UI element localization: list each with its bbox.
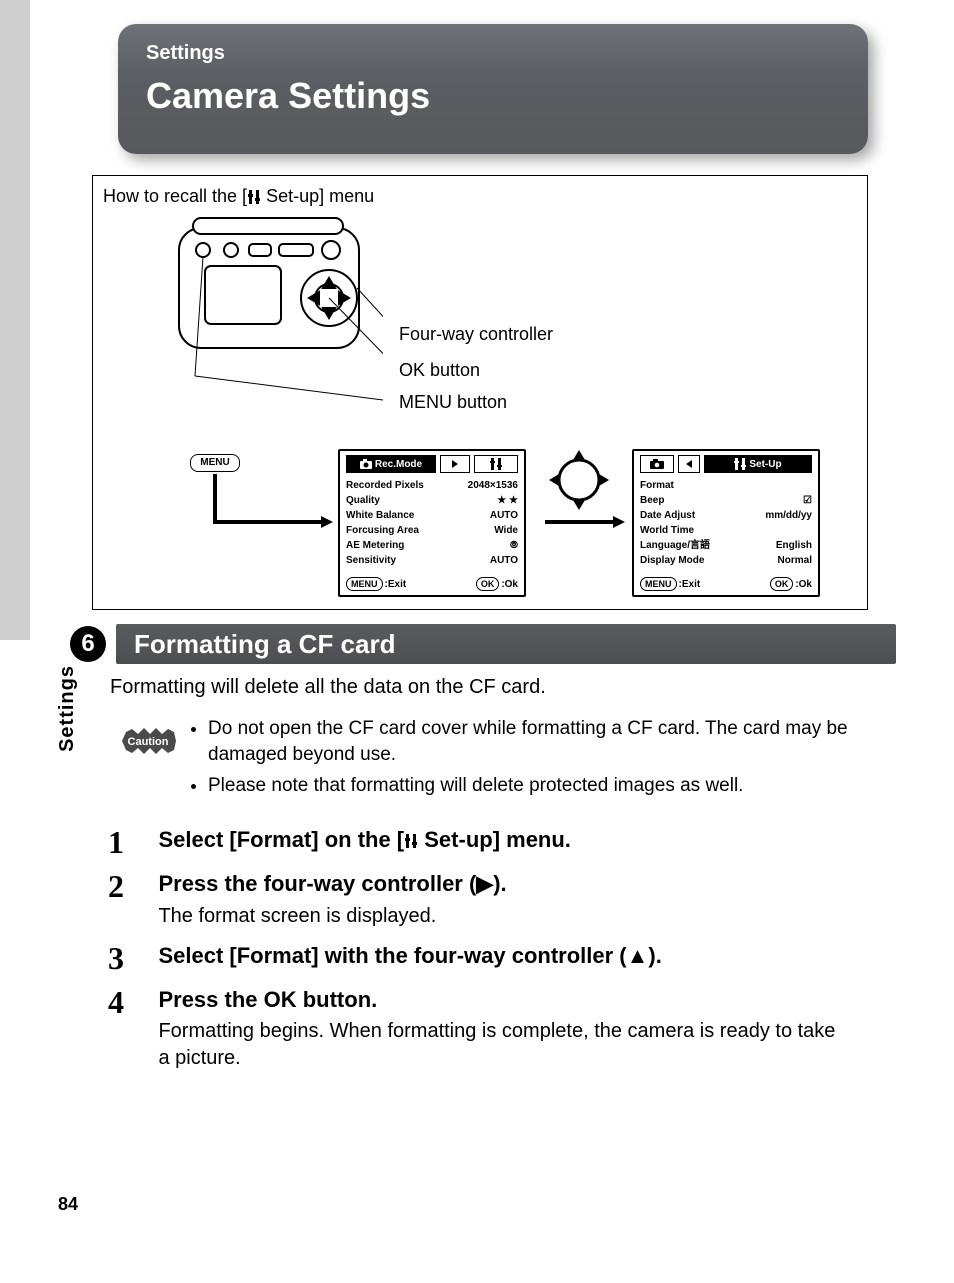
page-title: Camera Settings bbox=[118, 69, 868, 117]
step-heading: Press the OK button. bbox=[158, 986, 848, 1015]
lcd2-tab-label: Set-Up bbox=[749, 459, 781, 470]
section-heading: Formatting a CF card bbox=[116, 624, 896, 664]
step-body: The format screen is displayed. bbox=[158, 903, 848, 930]
triangle-left-icon bbox=[684, 459, 694, 469]
fourway-pad-icon bbox=[545, 446, 613, 514]
flow-line bbox=[213, 474, 217, 522]
camera-icon bbox=[650, 459, 664, 469]
step-3: 3 Select [Format] with the four-way cont… bbox=[108, 942, 868, 974]
tab-right-arrow bbox=[440, 455, 470, 473]
setup-icon bbox=[490, 458, 502, 470]
caution-icon: Caution bbox=[118, 722, 178, 760]
step-number: 4 bbox=[108, 986, 154, 1018]
okbtn-label: OK button bbox=[399, 360, 480, 381]
arrow-right-icon bbox=[613, 516, 625, 528]
camera-icon bbox=[360, 459, 372, 469]
lcd-setup: Set-Up Format Beep☑ Date Adjustmm/dd/yy … bbox=[632, 449, 820, 597]
recall-caption: How to recall the [ Set-up] menu bbox=[103, 186, 374, 207]
menubtn-label: MENU button bbox=[399, 392, 507, 413]
caution-item: Please note that formatting will delete … bbox=[208, 773, 868, 799]
steps-list: 1 Select [Format] on the [ Set-up] menu.… bbox=[108, 826, 868, 1084]
step-number: 2 bbox=[108, 870, 154, 902]
camera-illustration bbox=[153, 206, 383, 406]
step-1: 1 Select [Format] on the [ Set-up] menu. bbox=[108, 826, 868, 858]
lcd1-rows: Recorded Pixels2048×1536 Quality★ ★ Whit… bbox=[346, 478, 518, 568]
lcd1-tab-label: Rec.Mode bbox=[375, 459, 422, 470]
setup-icon bbox=[247, 189, 261, 205]
caution-item: Do not open the CF card cover while form… bbox=[208, 716, 868, 767]
fourway-label: Four-way controller bbox=[399, 324, 553, 345]
lcd-recmode: Rec.Mode Recorded Pixels2048×1536 Qualit… bbox=[338, 449, 526, 597]
page-margin-strip bbox=[0, 0, 30, 640]
step-2: 2 Press the four-way controller (▶). The… bbox=[108, 870, 868, 930]
step-body: Formatting begins. When formatting is co… bbox=[158, 1018, 848, 1072]
triangle-right-icon bbox=[450, 459, 460, 469]
setup-icon bbox=[734, 458, 746, 470]
tab-setup-icon bbox=[474, 455, 518, 473]
caution-list: Do not open the CF card cover while form… bbox=[192, 716, 868, 805]
step-number: 3 bbox=[108, 942, 154, 974]
setup-icon bbox=[404, 833, 418, 849]
recall-diagram: How to recall the [ Set-up] menu Four-wa… bbox=[92, 175, 868, 610]
step-heading: Select [Format] on the [ Set-up] menu. bbox=[158, 827, 570, 852]
tab-camera-icon bbox=[640, 455, 674, 473]
tab-left-arrow bbox=[678, 455, 700, 473]
step-number: 1 bbox=[108, 826, 154, 858]
flow-line bbox=[545, 520, 615, 524]
section-heading-wrap: 6 Formatting a CF card bbox=[30, 623, 954, 665]
lcd2-rows: Format Beep☑ Date Adjustmm/dd/yy World T… bbox=[640, 478, 812, 568]
sidebar-tab-label: Settings bbox=[56, 665, 79, 752]
menu-button-badge: MENU bbox=[190, 454, 240, 472]
step-4: 4 Press the OK button. Formatting begins… bbox=[108, 986, 868, 1073]
chapter-header: Settings Camera Settings bbox=[118, 24, 868, 154]
chapter-number: 6 bbox=[70, 626, 106, 662]
intro-text: Formatting will delete all the data on t… bbox=[110, 676, 546, 699]
svg-text:Caution: Caution bbox=[128, 736, 169, 748]
section-label: Settings bbox=[118, 24, 868, 69]
step-heading: Press the four-way controller (▶). bbox=[158, 870, 848, 899]
flow-line bbox=[213, 520, 323, 524]
step-heading: Select [Format] with the four-way contro… bbox=[158, 942, 848, 971]
page-number: 84 bbox=[58, 1194, 78, 1215]
arrow-right-icon bbox=[321, 516, 333, 528]
